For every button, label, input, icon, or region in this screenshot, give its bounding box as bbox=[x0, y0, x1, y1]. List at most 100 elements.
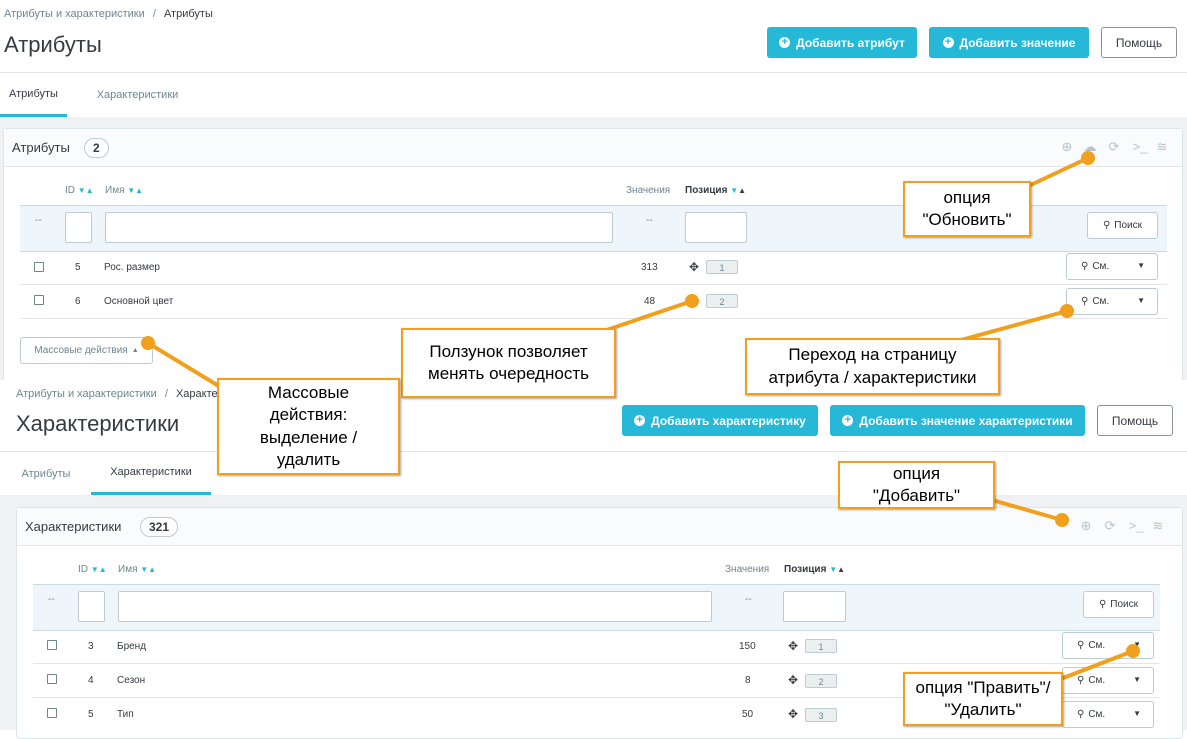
row-name[interactable]: Рос. размер bbox=[104, 262, 160, 273]
terminal-icon[interactable]: >_ bbox=[1127, 519, 1145, 533]
column-id-label: ID bbox=[65, 185, 75, 196]
row-id: 3 bbox=[88, 641, 94, 652]
column-id-label: ID bbox=[78, 564, 88, 575]
add-attribute-label: Добавить атрибут bbox=[796, 35, 905, 50]
row-checkbox[interactable] bbox=[47, 640, 57, 650]
help-button[interactable]: Помощь bbox=[1101, 27, 1177, 58]
search-label: Поиск bbox=[1114, 220, 1143, 231]
name-filter-input[interactable] bbox=[118, 591, 712, 622]
table-row bbox=[20, 251, 1167, 285]
row-checkbox[interactable] bbox=[47, 708, 57, 718]
position-value: 1 bbox=[706, 260, 738, 274]
row-name[interactable]: Тип bbox=[117, 709, 134, 720]
add-feature-button[interactable]: + Добавить характеристику bbox=[622, 405, 818, 436]
plus-circle-icon: + bbox=[942, 37, 954, 48]
caret-down-icon[interactable]: ▼ bbox=[1133, 675, 1141, 684]
refresh-icon[interactable]: ⟳ bbox=[1107, 140, 1121, 154]
breadcrumb: Атрибуты и характеристики / Атрибуты bbox=[4, 8, 213, 20]
tab-bar: Атрибуты Характеристики bbox=[0, 72, 1187, 118]
row-checkbox[interactable] bbox=[47, 674, 57, 684]
column-id[interactable]: ID ▼▲ bbox=[65, 185, 94, 196]
position-filter-input[interactable] bbox=[685, 212, 747, 243]
tab-features[interactable]: Характеристики bbox=[91, 452, 211, 495]
sort-icon[interactable]: ▼▲ bbox=[91, 565, 107, 574]
row-checkbox[interactable] bbox=[34, 295, 44, 305]
row-name[interactable]: Сезон bbox=[117, 675, 145, 686]
callout-edit-delete: опция "Править"/ "Удалить" bbox=[903, 672, 1063, 726]
search-button[interactable]: ⚲ Поиск bbox=[1087, 212, 1158, 239]
id-filter-input[interactable] bbox=[65, 212, 92, 243]
row-values: 50 bbox=[742, 709, 754, 720]
sort-icon[interactable]: ▼ bbox=[730, 186, 738, 195]
callout-goto-page: Переход на страницу атрибута / характери… bbox=[745, 338, 1000, 395]
drag-handle-icon[interactable]: ✥ bbox=[788, 639, 798, 653]
breadcrumb-parent[interactable]: Атрибуты и характеристики bbox=[4, 8, 145, 20]
help-label: Помощь bbox=[1111, 413, 1159, 428]
view-label: См. bbox=[1088, 709, 1106, 720]
column-position[interactable]: Позиция ▼▲ bbox=[784, 564, 845, 575]
plus-circle-icon[interactable]: ⊕ bbox=[1060, 140, 1074, 154]
refresh-icon[interactable]: ⟳ bbox=[1103, 519, 1117, 533]
column-position-label: Позиция bbox=[784, 564, 827, 575]
caret-down-icon[interactable]: ▼ bbox=[1137, 296, 1145, 305]
tab-features[interactable]: Характеристики bbox=[80, 73, 195, 117]
view-dropdown-button[interactable]: ⚲ См. ▼ bbox=[1062, 667, 1154, 694]
page-title: Характеристики bbox=[16, 411, 180, 436]
name-filter-input[interactable] bbox=[105, 212, 613, 243]
bulk-actions-button[interactable]: Массовые действия ▲ bbox=[20, 337, 153, 364]
sort-icon[interactable]: ▼▲ bbox=[140, 565, 156, 574]
view-dropdown-button[interactable]: ⚲ См. ▼ bbox=[1062, 701, 1154, 728]
sort-icon[interactable]: ▼▲ bbox=[127, 186, 143, 195]
row-values: 313 bbox=[641, 262, 658, 273]
filter-dash: -- bbox=[48, 594, 55, 605]
row-values: 150 bbox=[739, 641, 756, 652]
sort-icon[interactable]: ▼ bbox=[829, 565, 837, 574]
panel-header bbox=[4, 129, 1182, 167]
id-filter-input[interactable] bbox=[78, 591, 105, 622]
add-attribute-button[interactable]: + Добавить атрибут bbox=[767, 27, 917, 58]
breadcrumb-separator: / bbox=[152, 8, 156, 20]
panel-header bbox=[17, 508, 1182, 546]
callout-refresh: опция "Обновить" bbox=[903, 181, 1031, 237]
database-icon[interactable]: ≋ bbox=[1155, 140, 1169, 154]
database-icon[interactable]: ≋ bbox=[1151, 519, 1165, 533]
column-id[interactable]: ID ▼▲ bbox=[78, 564, 107, 575]
plus-circle-icon[interactable]: ⊕ bbox=[1079, 519, 1093, 533]
callout-add: опция "Добавить" bbox=[838, 461, 995, 509]
caret-down-icon[interactable]: ▼ bbox=[1137, 261, 1145, 270]
add-value-button[interactable]: + Добавить значение bbox=[929, 27, 1089, 58]
tab-attributes[interactable]: Атрибуты bbox=[0, 73, 67, 117]
add-feature-value-label: Добавить значение характеристики bbox=[859, 413, 1073, 428]
view-dropdown-button[interactable]: ⚲ См. ▼ bbox=[1062, 632, 1154, 659]
breadcrumb-parent[interactable]: Атрибуты и характеристики bbox=[16, 388, 157, 400]
search-button[interactable]: ⚲ Поиск bbox=[1083, 591, 1154, 618]
caret-down-icon[interactable]: ▼ bbox=[1133, 709, 1141, 718]
position-value: 3 bbox=[805, 708, 837, 722]
add-value-label: Добавить значение bbox=[959, 35, 1076, 50]
tab-attributes[interactable]: Атрибуты bbox=[10, 452, 82, 495]
sort-icon[interactable]: ▼▲ bbox=[78, 186, 94, 195]
caret-down-icon[interactable]: ▼ bbox=[1133, 640, 1141, 649]
drag-handle-icon[interactable]: ✥ bbox=[689, 294, 699, 308]
column-name[interactable]: Имя ▼▲ bbox=[105, 185, 143, 196]
cloud-upload-icon[interactable]: ☁ bbox=[1083, 140, 1097, 154]
terminal-icon[interactable]: >_ bbox=[1131, 140, 1149, 154]
row-name[interactable]: Основной цвет bbox=[104, 296, 173, 307]
position-filter-input[interactable] bbox=[783, 591, 846, 622]
drag-handle-icon[interactable]: ✥ bbox=[788, 673, 798, 687]
view-dropdown-button[interactable]: ⚲ См. ▼ bbox=[1066, 288, 1158, 315]
row-checkbox[interactable] bbox=[34, 262, 44, 272]
view-label: См. bbox=[1092, 296, 1110, 307]
column-name[interactable]: Имя ▼▲ bbox=[118, 564, 156, 575]
view-dropdown-button[interactable]: ⚲ См. ▼ bbox=[1066, 253, 1158, 280]
zoom-icon: ⚲ bbox=[1081, 261, 1089, 272]
column-position[interactable]: Позиция ▼▲ bbox=[685, 185, 746, 196]
column-values: Значения bbox=[725, 564, 770, 575]
drag-handle-icon[interactable]: ✥ bbox=[689, 260, 699, 274]
row-name[interactable]: Бренд bbox=[117, 641, 146, 652]
row-id: 6 bbox=[75, 296, 81, 307]
row-id: 4 bbox=[88, 675, 94, 686]
help-button[interactable]: Помощь bbox=[1097, 405, 1173, 436]
drag-handle-icon[interactable]: ✥ bbox=[788, 707, 798, 721]
add-feature-value-button[interactable]: + Добавить значение характеристики bbox=[830, 405, 1085, 436]
